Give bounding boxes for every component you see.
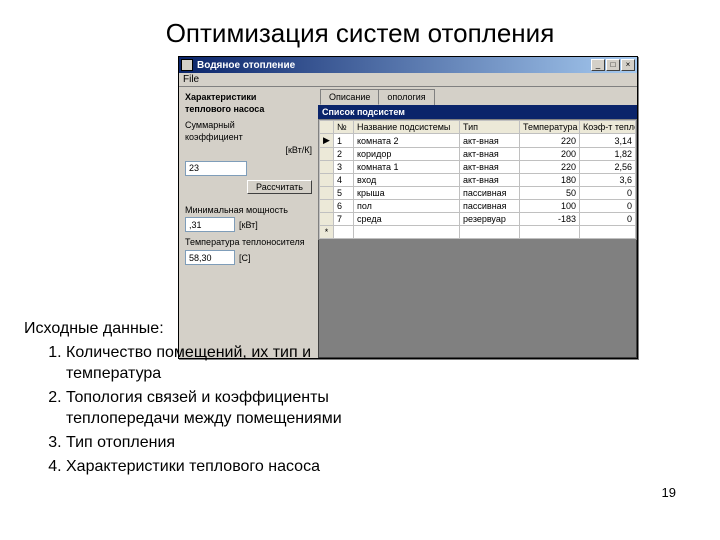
min-power-input[interactable] (185, 217, 235, 232)
page-number: 19 (662, 485, 676, 500)
cell-name[interactable]: среда (354, 213, 460, 226)
window-title: Водяное отопление (197, 60, 591, 71)
table-caption: Список подсистем (318, 105, 637, 119)
row-marker (320, 161, 334, 174)
cell-name[interactable]: крыша (354, 187, 460, 200)
table-row[interactable]: 4входакт-вная1803,6 (320, 174, 636, 187)
sum-label-2: коэффициент (185, 133, 312, 143)
list-item: Количество помещений, их тип и температу… (66, 342, 364, 385)
cell-coef[interactable]: 3,6 (580, 174, 636, 187)
slide-title: Оптимизация систем отопления (0, 0, 720, 57)
col-n[interactable]: № (334, 121, 354, 134)
col-temp[interactable]: Температура (520, 121, 580, 134)
tabs: Описание опология (318, 87, 637, 105)
list-item: Тип отопления (66, 432, 364, 454)
tab-description[interactable]: Описание (320, 89, 379, 105)
row-marker (320, 174, 334, 187)
cell-type[interactable]: акт-вная (460, 134, 520, 148)
col-type[interactable]: Тип (460, 121, 520, 134)
panel-heading-2: теплового насоса (185, 105, 312, 115)
temp-label: Температура теплоносителя (185, 238, 312, 248)
calc-button[interactable]: Рассчитать (247, 180, 312, 194)
new-row-marker: * (320, 226, 334, 239)
table-row[interactable]: 6полпассивная1000 (320, 200, 636, 213)
text-heading: Исходные данные: (24, 318, 364, 340)
app-window: Водяное отопление _ □ × File Характерист… (178, 56, 638, 359)
temp-unit: [С] (239, 253, 251, 263)
table-row[interactable]: 3комната 1акт-вная2202,56 (320, 161, 636, 174)
panel-heading: Характеристики (185, 93, 312, 103)
cell-n[interactable]: 2 (334, 148, 354, 161)
cell-type[interactable]: акт-вная (460, 174, 520, 187)
cell-temp[interactable]: 100 (520, 200, 580, 213)
grid-empty-area (318, 240, 637, 358)
sum-label-1: Суммарный (185, 121, 312, 131)
cell-n[interactable]: 3 (334, 161, 354, 174)
cell-n[interactable]: 1 (334, 134, 354, 148)
cell-coef[interactable]: 0 (580, 187, 636, 200)
list-item: Характеристики теплового насоса (66, 456, 364, 478)
table-row[interactable]: 2коридоракт-вная2001,82 (320, 148, 636, 161)
close-icon[interactable]: × (621, 59, 635, 71)
row-marker: ▶ (320, 134, 334, 148)
cell-temp[interactable]: 180 (520, 174, 580, 187)
cell-temp[interactable]: 220 (520, 134, 580, 148)
cell-n[interactable]: 5 (334, 187, 354, 200)
cell-name[interactable]: вход (354, 174, 460, 187)
cell-type[interactable]: акт-вная (460, 148, 520, 161)
menubar: File (179, 73, 637, 87)
cell-name[interactable]: коридор (354, 148, 460, 161)
cell-type[interactable]: пассивная (460, 187, 520, 200)
titlebar: Водяное отопление _ □ × (179, 57, 637, 73)
cell-coef[interactable]: 0 (580, 200, 636, 213)
table-row[interactable]: 7средарезервуар-1830 (320, 213, 636, 226)
coef-input[interactable] (185, 161, 247, 176)
cell-name[interactable]: пол (354, 200, 460, 213)
data-grid[interactable]: № Название подсистемы Тип Температура Ко… (318, 119, 637, 240)
row-marker (320, 200, 334, 213)
coef-unit: [кВт/К] (285, 145, 312, 155)
cell-coef[interactable]: 3,14 (580, 134, 636, 148)
row-marker (320, 148, 334, 161)
temp-input[interactable] (185, 250, 235, 265)
slide-text: Исходные данные: Количество помещений, и… (24, 318, 364, 479)
cell-name[interactable]: комната 2 (354, 134, 460, 148)
tab-topology[interactable]: опология (378, 89, 434, 105)
min-power-label: Минимальная мощность (185, 206, 312, 216)
cell-temp[interactable]: 200 (520, 148, 580, 161)
cell-temp[interactable]: 50 (520, 187, 580, 200)
min-power-unit: [кВт] (239, 220, 258, 230)
app-icon (181, 59, 193, 71)
menu-file[interactable]: File (183, 74, 199, 85)
cell-coef[interactable]: 1,82 (580, 148, 636, 161)
maximize-icon[interactable]: □ (606, 59, 620, 71)
cell-n[interactable]: 4 (334, 174, 354, 187)
cell-coef[interactable]: 0 (580, 213, 636, 226)
cell-temp[interactable]: 220 (520, 161, 580, 174)
list-item: Топология связей и коэффициенты теплопер… (66, 387, 364, 430)
new-row[interactable]: * (320, 226, 636, 239)
cell-type[interactable]: резервуар (460, 213, 520, 226)
right-panel: Описание опология Список подсистем № (318, 87, 637, 358)
minimize-icon[interactable]: _ (591, 59, 605, 71)
row-marker (320, 187, 334, 200)
cell-name[interactable]: комната 1 (354, 161, 460, 174)
table-header-row: № Название подсистемы Тип Температура Ко… (320, 121, 636, 134)
table-row[interactable]: 5крышапассивная500 (320, 187, 636, 200)
cell-coef[interactable]: 2,56 (580, 161, 636, 174)
row-marker (320, 213, 334, 226)
cell-temp[interactable]: -183 (520, 213, 580, 226)
cell-n[interactable]: 7 (334, 213, 354, 226)
cell-n[interactable]: 6 (334, 200, 354, 213)
col-coef[interactable]: Коэф-т теплопер (580, 121, 636, 134)
table-row[interactable]: ▶1комната 2акт-вная2203,14 (320, 134, 636, 148)
cell-type[interactable]: акт-вная (460, 161, 520, 174)
cell-type[interactable]: пассивная (460, 200, 520, 213)
col-name[interactable]: Название подсистемы (354, 121, 460, 134)
